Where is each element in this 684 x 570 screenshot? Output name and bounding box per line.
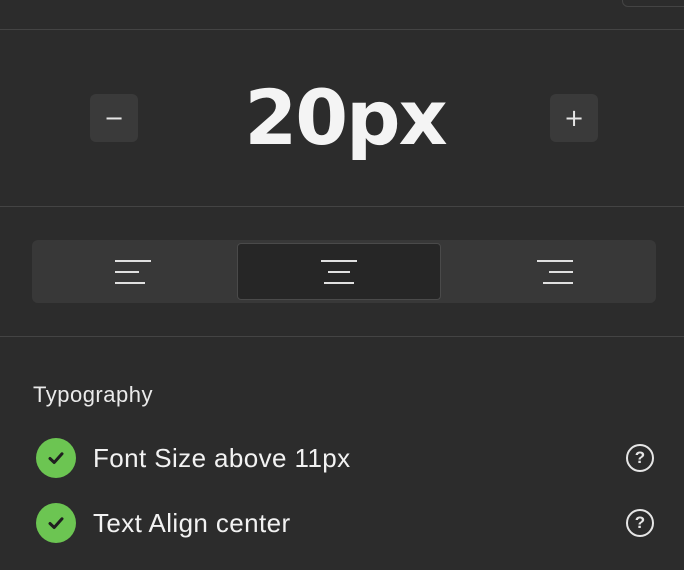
help-icon[interactable]: ? bbox=[626, 444, 654, 472]
align-right-icon bbox=[536, 259, 573, 284]
font-size-value: 20px bbox=[244, 73, 447, 162]
help-icon[interactable]: ? bbox=[626, 509, 654, 537]
minus-icon: − bbox=[103, 104, 125, 132]
align-left-option[interactable] bbox=[32, 240, 235, 303]
top-section-edge bbox=[0, 0, 684, 30]
typography-panel: − 20px + Typography Font Size above 11px… bbox=[0, 0, 684, 570]
text-align-segmented-control bbox=[32, 240, 656, 303]
top-control-edge bbox=[622, 0, 684, 7]
check-icon bbox=[36, 503, 76, 543]
align-right-option[interactable] bbox=[453, 240, 656, 303]
check-icon bbox=[36, 438, 76, 478]
decrease-size-button[interactable]: − bbox=[90, 94, 138, 142]
check-label: Font Size above 11px bbox=[93, 443, 351, 473]
section-title: Typography bbox=[33, 382, 153, 407]
align-left-icon bbox=[115, 259, 152, 284]
check-row: Text Align center ? bbox=[36, 502, 656, 544]
plus-icon: + bbox=[563, 104, 585, 132]
font-size-section: − 20px + bbox=[0, 30, 684, 207]
text-align-section bbox=[0, 207, 684, 337]
align-center-option[interactable] bbox=[236, 243, 442, 300]
typography-checks-section: Typography Font Size above 11px ? Text A… bbox=[0, 337, 684, 570]
align-center-icon bbox=[321, 259, 357, 284]
check-row: Font Size above 11px ? bbox=[36, 437, 656, 479]
increase-size-button[interactable]: + bbox=[550, 94, 598, 142]
check-label: Text Align center bbox=[93, 508, 291, 538]
